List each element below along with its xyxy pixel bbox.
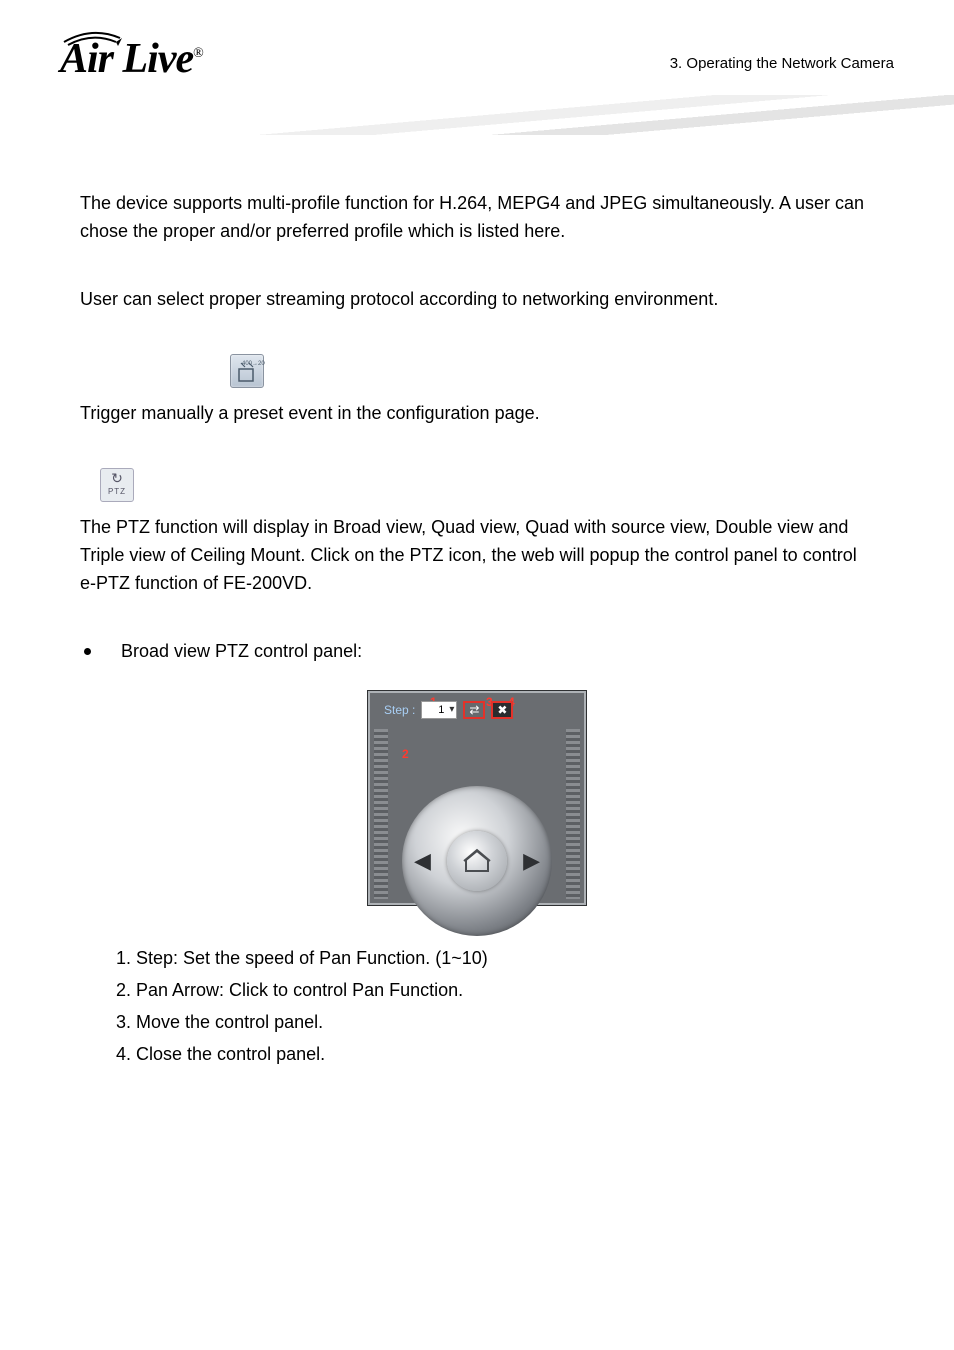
step-label: Step : <box>384 701 415 720</box>
ptz-icon-row <box>80 468 874 503</box>
step-select[interactable]: 1 <box>421 701 457 719</box>
step-value: 1 <box>434 704 444 716</box>
ptz-panel-figure: 1 3 4 2 Step : 1 ⇄ ✖ ◀ ▶ <box>80 690 874 915</box>
page-header: Air Live® 3. Operating the Network Camer… <box>0 0 954 130</box>
panel-rib-left <box>374 729 388 899</box>
pan-left-arrow-icon[interactable]: ◀ <box>414 844 431 878</box>
legend-list: 1. Step: Set the speed of Pan Function. … <box>80 945 874 1069</box>
close-panel-button[interactable]: ✖ <box>491 701 513 719</box>
ptz-desc-paragraph: The PTZ function will display in Broad v… <box>80 514 874 598</box>
brand-logo: Air Live® <box>60 35 203 83</box>
legend-item-3: 3. Move the control panel. <box>116 1009 874 1037</box>
registered-mark-icon: ® <box>193 46 203 61</box>
move-panel-button[interactable]: ⇄ <box>463 701 485 719</box>
profile-paragraph: The device supports multi-profile functi… <box>80 190 874 246</box>
move-icon: ⇄ <box>469 701 479 720</box>
breadcrumb: 3. Operating the Network Camera <box>670 55 894 72</box>
pan-right-arrow-icon[interactable]: ▶ <box>523 844 540 878</box>
callout-marker-2: 2 <box>402 745 409 764</box>
panel-rib-right <box>566 729 580 899</box>
bullet-text: Broad view PTZ control panel: <box>121 638 362 666</box>
pan-home-button[interactable] <box>447 831 507 891</box>
ptz-top-bar: Step : 1 ⇄ ✖ <box>384 701 513 720</box>
ptz-icon[interactable] <box>100 468 134 502</box>
ptz-control-panel: 1 3 4 2 Step : 1 ⇄ ✖ ◀ ▶ <box>367 690 587 906</box>
pan-dial: ◀ ▶ <box>402 786 552 936</box>
header-divider <box>250 95 954 135</box>
protocol-paragraph: User can select proper streaming protoco… <box>80 286 874 314</box>
trigger-icon-row: 400→200 <box>80 354 874 388</box>
legend-item-1: 1. Step: Set the speed of Pan Function. … <box>116 945 874 973</box>
svg-text:400→200: 400→200 <box>242 361 265 367</box>
brand-text: Air Live <box>60 36 193 82</box>
trigger-paragraph: Trigger manually a preset event in the c… <box>80 400 874 428</box>
bullet-dot-icon <box>84 648 91 655</box>
home-icon <box>462 848 492 874</box>
bullet-broad-view: Broad view PTZ control panel: <box>80 638 874 666</box>
close-icon: ✖ <box>497 701 507 720</box>
trigger-event-icon[interactable]: 400→200 <box>230 354 264 388</box>
page-content: The device supports multi-profile functi… <box>0 130 954 1068</box>
legend-item-4: 4. Close the control panel. <box>116 1041 874 1069</box>
legend-item-2: 2. Pan Arrow: Click to control Pan Funct… <box>116 977 874 1005</box>
